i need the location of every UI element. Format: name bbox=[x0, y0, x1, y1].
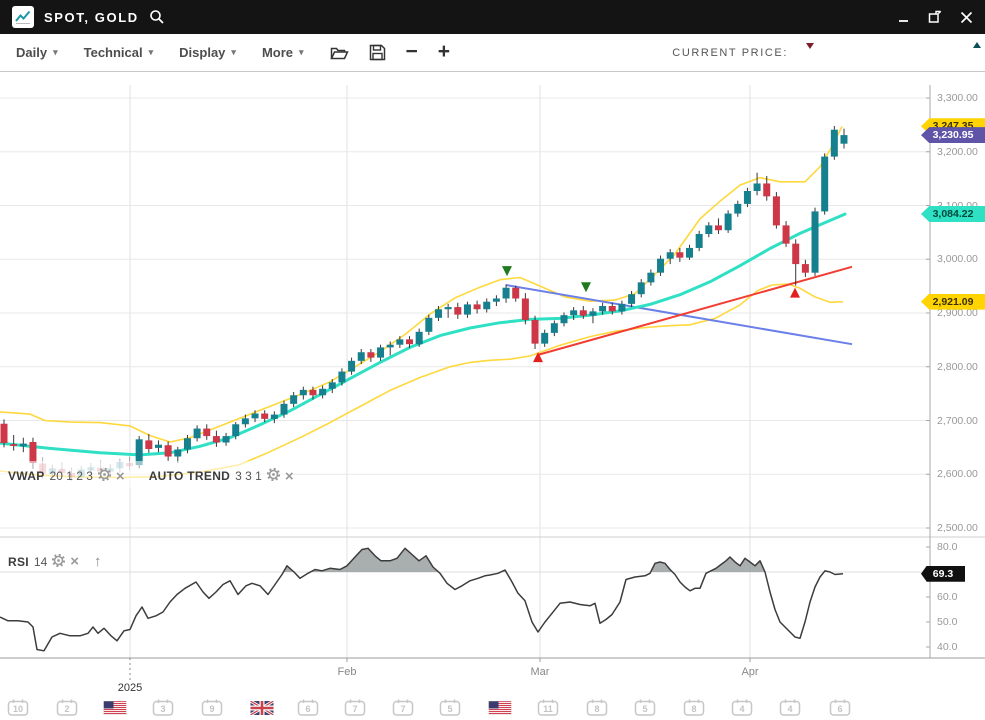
zoom-in-plus-icon[interactable]: + bbox=[438, 41, 450, 62]
calendar-event-icon[interactable]: 9 bbox=[202, 699, 223, 716]
chevron-down-icon: ▾ bbox=[231, 47, 236, 58]
us-flag-icon[interactable] bbox=[104, 701, 127, 715]
toolbar: Daily ▾ Technical ▾ Display ▾ More ▾ bbox=[0, 34, 985, 72]
menu-technical[interactable]: Technical ▾ bbox=[84, 45, 154, 60]
svg-text:6: 6 bbox=[305, 704, 310, 714]
folder-open-icon[interactable] bbox=[330, 45, 349, 61]
calendar-event-icon[interactable]: 5 bbox=[635, 699, 656, 716]
chevron-down-icon: ▾ bbox=[53, 47, 58, 58]
calendar-event-icon[interactable]: 6 bbox=[298, 699, 319, 716]
svg-text:8: 8 bbox=[594, 704, 599, 714]
search-icon[interactable] bbox=[149, 9, 165, 25]
symbol-title: SPOT, GOLD bbox=[44, 10, 139, 25]
menu-daily[interactable]: Daily ▾ bbox=[16, 45, 58, 60]
price-chart-canvas[interactable] bbox=[0, 0, 985, 720]
svg-text:10: 10 bbox=[13, 704, 23, 714]
titlebar: SPOT, GOLD bbox=[0, 0, 985, 34]
calendar-event-icon[interactable]: 11 bbox=[538, 699, 559, 716]
svg-text:7: 7 bbox=[400, 704, 405, 714]
zoom-out-minus-icon[interactable]: − bbox=[406, 41, 418, 62]
svg-text:6: 6 bbox=[837, 704, 842, 714]
rsi-remove-icon[interactable]: × bbox=[70, 554, 79, 569]
menu-display[interactable]: Display ▾ bbox=[179, 45, 236, 60]
menu-more-label: More bbox=[262, 45, 293, 60]
calendar-event-icon[interactable]: 5 bbox=[440, 699, 461, 716]
svg-text:4: 4 bbox=[787, 704, 792, 714]
menu-more[interactable]: More ▾ bbox=[262, 45, 304, 60]
svg-text:5: 5 bbox=[447, 704, 452, 714]
autotrend-settings-gear-icon[interactable] bbox=[267, 468, 280, 484]
bid-price-badge: 3230.6s bbox=[800, 39, 890, 66]
rsi-move-up-icon[interactable]: ↑ bbox=[94, 553, 102, 570]
menu-display-label: Display bbox=[179, 45, 225, 60]
chevron-down-icon: ▾ bbox=[149, 47, 154, 58]
calendar-event-icon[interactable]: 4 bbox=[732, 699, 753, 716]
us-flag-icon[interactable] bbox=[489, 701, 512, 715]
calendar-event-icon[interactable]: 7 bbox=[345, 699, 366, 716]
calendar-event-icon[interactable]: 8 bbox=[587, 699, 608, 716]
calendar-event-icon[interactable]: 7 bbox=[393, 699, 414, 716]
svg-text:5: 5 bbox=[642, 704, 647, 714]
svg-text:11: 11 bbox=[543, 704, 553, 714]
uk-flag-icon[interactable] bbox=[251, 701, 274, 715]
bid-price-value: 3230.6 bbox=[819, 44, 865, 61]
menu-technical-label: Technical bbox=[84, 45, 143, 60]
floppy-save-icon[interactable] bbox=[369, 44, 386, 61]
ask-price-value: 3231.2 bbox=[914, 44, 960, 61]
popout-window-icon[interactable] bbox=[928, 10, 942, 24]
svg-text:7: 7 bbox=[352, 704, 357, 714]
calendar-event-icon[interactable]: 6 bbox=[830, 699, 851, 716]
ask-price-badge: 3231.2s bbox=[895, 39, 985, 66]
minimize-icon[interactable] bbox=[898, 11, 910, 23]
calendar-event-icon[interactable]: 10 bbox=[8, 699, 29, 716]
calendar-event-icon[interactable]: 2 bbox=[57, 699, 78, 716]
current-price-label: CURRENT PRICE: bbox=[672, 47, 788, 59]
svg-text:9: 9 bbox=[209, 704, 214, 714]
svg-text:2: 2 bbox=[64, 704, 69, 714]
window-controls bbox=[898, 10, 973, 24]
calendar-event-icon[interactable]: 4 bbox=[780, 699, 801, 716]
arrow-up-icon bbox=[973, 42, 981, 48]
calendar-event-icon[interactable]: 8 bbox=[684, 699, 705, 716]
menu-daily-label: Daily bbox=[16, 45, 47, 60]
vwap-settings-gear-icon[interactable] bbox=[98, 468, 111, 484]
line-chart-icon bbox=[12, 6, 34, 28]
svg-text:8: 8 bbox=[691, 704, 696, 714]
close-icon[interactable] bbox=[960, 11, 973, 24]
vwap-remove-icon[interactable]: × bbox=[116, 469, 125, 484]
arrow-down-icon bbox=[806, 43, 814, 49]
calendar-event-icon[interactable]: 3 bbox=[153, 699, 174, 716]
autotrend-remove-icon[interactable]: × bbox=[285, 469, 294, 484]
chevron-down-icon: ▾ bbox=[299, 47, 304, 58]
svg-text:4: 4 bbox=[739, 704, 744, 714]
rsi-settings-gear-icon[interactable] bbox=[52, 554, 65, 570]
svg-text:3: 3 bbox=[160, 704, 165, 714]
trading-app-window: SPOT, GOLD bbox=[0, 0, 985, 720]
